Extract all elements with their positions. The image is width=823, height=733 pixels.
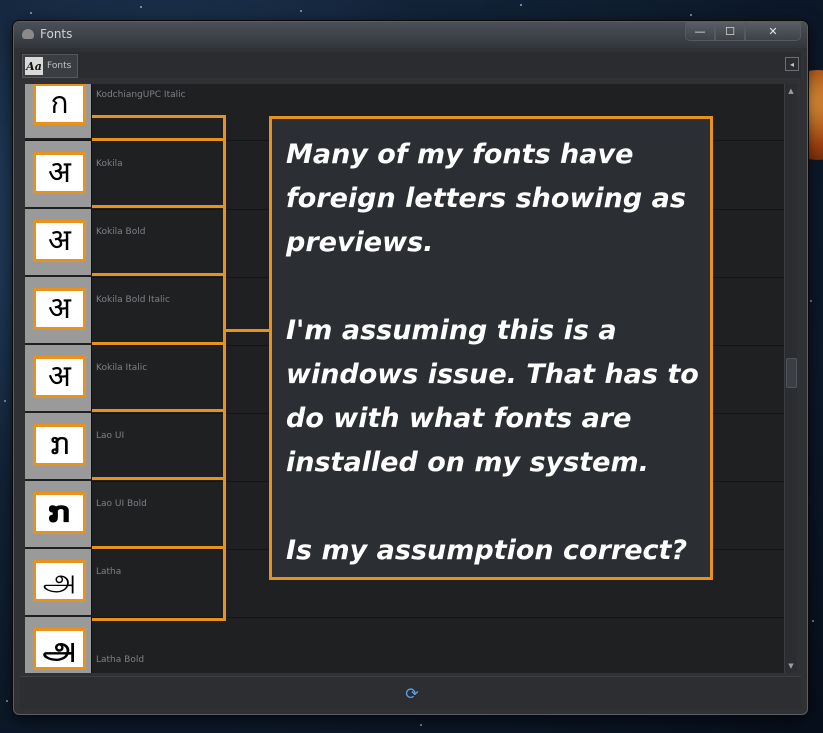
font-name: Lao UI (96, 431, 125, 441)
callout-line: Is my assumption correct? (286, 535, 688, 566)
preview-glyph: अ (33, 152, 86, 194)
scroll-up-arrow-icon[interactable]: ▲ (785, 85, 797, 97)
dock-tab-bar: Aa Fonts ◂ (20, 52, 801, 78)
preview-glyph: அ (33, 628, 86, 670)
vertical-scrollbar[interactable]: ▲ ▼ (784, 84, 797, 673)
fonts-tab-icon: Aa (25, 57, 43, 75)
preview-glyph: ก (33, 84, 86, 125)
font-name: Latha (96, 567, 122, 577)
connector-line (92, 205, 226, 208)
tab-fonts[interactable]: Aa Fonts (22, 54, 78, 78)
gimp-app-icon (22, 29, 34, 39)
preview-glyph: அ (33, 560, 86, 602)
tab-label: Fonts (47, 61, 72, 71)
annotation-callout: Many of my fonts have foreign letters sh… (269, 116, 713, 580)
scrollbar-thumb[interactable] (786, 358, 797, 388)
title-bar[interactable]: Fonts — ☐ ✕ (14, 22, 807, 48)
font-name: Kokila (96, 159, 123, 169)
connector-spine (223, 115, 226, 621)
scroll-down-arrow-icon[interactable]: ▼ (785, 660, 797, 672)
list-item[interactable]: அ Latha Bold (25, 617, 787, 673)
preview-glyph: ກ (33, 424, 86, 466)
callout-line: do with what fonts are (286, 403, 632, 434)
window-controls: — ☐ ✕ (685, 22, 801, 41)
preview-glyph: ກ (33, 492, 86, 534)
font-name: Kokila Bold Italic (96, 295, 170, 305)
tab-menu-icon[interactable]: ◂ (785, 57, 799, 71)
minimize-button[interactable]: — (685, 22, 715, 41)
connector-line (92, 546, 226, 549)
connector-line (92, 342, 226, 345)
connector-line (92, 477, 226, 480)
connector-line (92, 138, 226, 141)
close-button[interactable]: ✕ (745, 22, 801, 41)
connector-line (92, 618, 226, 621)
refresh-icon[interactable]: ⟳ (403, 684, 421, 703)
font-name: Lao UI Bold (96, 499, 147, 509)
connector-line (92, 273, 226, 276)
dock-footer: ⟳ (20, 676, 801, 709)
callout-line: windows issue. That has to (286, 359, 699, 390)
window-title: Fonts (40, 27, 73, 41)
callout-line: I'm assuming this is a (286, 315, 617, 346)
callout-line: previews. (286, 227, 434, 258)
callout-line: foreign letters showing as (286, 183, 686, 214)
preview-glyph: अ (33, 288, 86, 330)
preview-glyph: अ (33, 220, 86, 262)
font-name: KodchiangUPC Italic (96, 90, 186, 100)
connector-line (92, 115, 226, 118)
callout-line: Many of my fonts have (286, 139, 634, 170)
font-name: Latha Bold (96, 655, 145, 665)
font-name: Kokila Italic (96, 363, 148, 373)
preview-glyph: अ (33, 356, 86, 398)
connector-line (92, 409, 226, 412)
font-name: Kokila Bold (96, 227, 146, 237)
connector-pointer (223, 329, 270, 332)
maximize-button[interactable]: ☐ (715, 22, 745, 41)
callout-line: installed on my system. (286, 447, 649, 478)
